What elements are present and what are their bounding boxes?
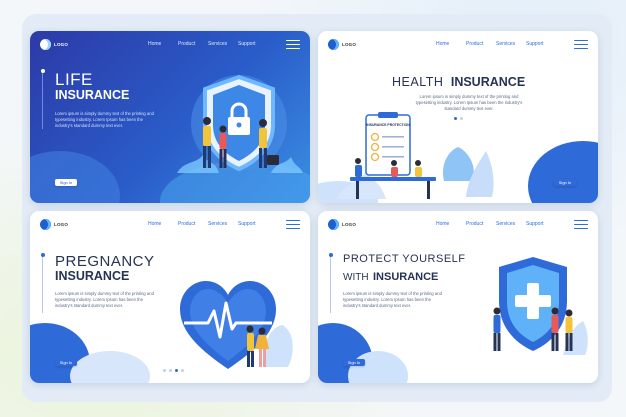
life-insurance-illustration	[177, 74, 303, 173]
card-protect-yourself: LOGO Home Product Services Support PROTE…	[318, 211, 598, 383]
logo-icon	[328, 39, 339, 50]
logo-icon	[328, 219, 339, 230]
title-with: WITH	[343, 272, 369, 283]
nav-home[interactable]: Home	[436, 41, 466, 47]
nav-product[interactable]: Product	[466, 41, 496, 47]
title-line2: WITH INSURANCE	[343, 268, 466, 284]
protection-illustration	[493, 257, 588, 355]
title-line2: INSURANCE	[450, 75, 526, 89]
page-title: PROTECT YOURSELF WITH INSURANCE	[343, 254, 466, 284]
hamburger-menu-icon[interactable]	[574, 220, 588, 231]
page-title: HEALTH INSURANCE	[392, 74, 525, 90]
description: Lorem ipsum is simply dummy text of the …	[55, 291, 154, 308]
description: Lorem ipsum is simply dummy text of the …	[343, 291, 442, 308]
description: Lorem ipsum is simply dummy text of the …	[415, 94, 523, 111]
description: Lorem ipsum is simply dummy text of the …	[55, 111, 154, 128]
decor-blob	[528, 141, 598, 203]
nav-services[interactable]: Services	[496, 221, 526, 227]
nav-services[interactable]: Services	[208, 221, 238, 227]
nav-support[interactable]: Support	[526, 41, 556, 47]
nav-menu: Home Product Services Support	[436, 221, 556, 227]
logo[interactable]: LOGO	[40, 39, 68, 50]
hamburger-menu-icon[interactable]	[286, 220, 300, 231]
nav-services[interactable]: Services	[496, 41, 526, 47]
title-line1: PROTECT YOURSELF	[343, 253, 466, 265]
card-health-insurance: LOGO Home Product Services Support HEALT…	[318, 31, 598, 203]
health-insurance-illustration: INSURANCE PROTECTION	[336, 112, 494, 199]
nav-menu: Home Product Services Support	[148, 41, 268, 47]
nav-support[interactable]: Support	[238, 41, 268, 47]
title-insurance: INSURANCE	[373, 271, 439, 283]
sign-in-button[interactable]: Sign In	[55, 179, 77, 186]
nav-services[interactable]: Services	[208, 41, 238, 47]
title-line2: INSURANCE	[55, 88, 130, 102]
hamburger-menu-icon[interactable]	[286, 40, 300, 51]
title-line1: HEALTH	[392, 75, 444, 89]
nav-support[interactable]: Support	[238, 221, 268, 227]
decor-blob	[30, 151, 120, 203]
page-title: LIFE INSURANCE	[55, 71, 129, 102]
logo-text: LOGO	[342, 42, 357, 47]
logo-text: LOGO	[54, 42, 69, 47]
logo[interactable]: LOGO	[328, 219, 356, 230]
nav-home[interactable]: Home	[148, 41, 178, 47]
sign-in-button[interactable]: Sign In	[55, 359, 77, 366]
document-title: INSURANCE PROTECTION	[366, 123, 410, 127]
logo[interactable]: LOGO	[40, 219, 68, 230]
progress-line	[40, 69, 45, 129]
nav-product[interactable]: Product	[178, 41, 208, 47]
title-line1: PREGNANCY	[55, 253, 155, 270]
logo[interactable]: LOGO	[328, 39, 356, 50]
page-title: PREGNANCY INSURANCE	[55, 254, 155, 283]
logo-text: LOGO	[342, 222, 357, 227]
card-pregnancy-insurance: LOGO Home Product Services Support PREGN…	[30, 211, 310, 383]
logo-text: LOGO	[54, 222, 69, 227]
title-line1: LIFE	[55, 70, 93, 89]
nav-menu: Home Product Services Support	[148, 221, 268, 227]
pregnancy-insurance-illustration	[180, 281, 293, 369]
sign-in-button[interactable]: Sign In	[554, 179, 576, 186]
logo-icon	[40, 219, 51, 230]
nav-product[interactable]: Product	[466, 221, 496, 227]
hamburger-menu-icon[interactable]	[574, 40, 588, 51]
title-line2: INSURANCE	[55, 269, 130, 283]
nav-product[interactable]: Product	[178, 221, 208, 227]
nav-home[interactable]: Home	[436, 221, 466, 227]
nav-support[interactable]: Support	[526, 221, 556, 227]
progress-line	[328, 253, 333, 313]
nav-home[interactable]: Home	[148, 221, 178, 227]
logo-icon	[40, 39, 51, 50]
card-life-insurance: LOGO Home Product Services Support LIFE …	[30, 31, 310, 203]
sign-in-button[interactable]: Sign In	[343, 359, 365, 366]
progress-line	[40, 253, 45, 313]
nav-menu: Home Product Services Support	[436, 41, 556, 47]
